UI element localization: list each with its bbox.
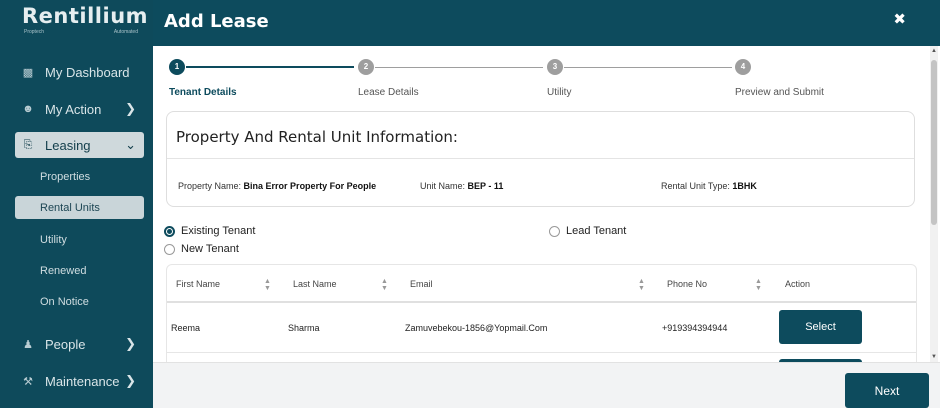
step-4-label: Preview and Submit — [735, 87, 824, 98]
cell-email: Zamuvebekou-1856@Yopmail.Com — [405, 323, 548, 333]
sidebar-item-my-action[interactable]: ☻ My Action ❯ — [15, 96, 144, 122]
sidebar-item-label: My Dashboard — [45, 64, 130, 80]
next-button[interactable]: Next — [845, 373, 929, 408]
property-info-card: Property And Rental Unit Information: Pr… — [166, 111, 915, 207]
chevron-right-icon: ❯ — [125, 373, 136, 388]
sidebar-subitem-rental-units[interactable]: Rental Units — [15, 196, 144, 219]
column-header-last-name[interactable]: Last Name — [293, 265, 337, 302]
unit-name-info: Unit Name: BEP - 11 — [420, 181, 504, 191]
sidebar-item-people[interactable]: ♟ People ❯ — [15, 331, 144, 357]
people-icon: ♟ — [23, 338, 33, 351]
sort-icon[interactable]: ▲ ▼ — [755, 278, 762, 292]
scroll-thumb[interactable] — [931, 60, 937, 225]
column-header-action: Action — [785, 278, 811, 289]
tenant-table: First Name ▲ ▼ Last Name ▲ ▼ Email ▲ ▼ Phon… — [166, 264, 917, 362]
scrollbar[interactable]: ▲ ▼ — [930, 46, 938, 362]
step-4-dot[interactable]: 4 — [735, 59, 751, 75]
step-connector — [186, 66, 354, 68]
chevron-down-icon: ⌄ — [125, 137, 136, 152]
unit-type-info: Rental Unit Type: 1BHK — [661, 181, 757, 191]
radio-checked-icon — [164, 225, 175, 237]
cell-first-name: Reema — [171, 323, 201, 333]
step-3-label: Utility — [547, 87, 572, 98]
row-divider — [167, 352, 916, 353]
app-logo[interactable]: Rentillium Proptech Automated — [22, 4, 149, 38]
sidebar-item-label: Maintenance — [45, 373, 120, 389]
sidebar-subitem-renewed[interactable]: Renewed — [15, 259, 144, 282]
unit-type-value: 1BHK — [732, 181, 757, 191]
scroll-up-icon[interactable]: ▲ — [930, 48, 938, 54]
lead-tenant-radio[interactable]: Lead Tenant — [549, 225, 626, 237]
sort-icon[interactable]: ▲ ▼ — [264, 278, 271, 292]
step-1-label: Tenant Details — [169, 87, 237, 98]
step-2-label: Lease Details — [358, 87, 419, 98]
step-2-dot[interactable]: 2 — [358, 59, 374, 75]
divider — [167, 158, 914, 159]
user-icon: ☻ — [22, 103, 34, 115]
step-3-dot[interactable]: 3 — [547, 59, 563, 75]
scroll-down-icon[interactable]: ▼ — [930, 354, 938, 360]
modal-header: Add Lease ✖ — [153, 0, 940, 46]
sort-icon[interactable]: ▲ ▼ — [381, 278, 388, 292]
close-icon[interactable]: ✖ — [893, 10, 906, 28]
step-1-dot[interactable]: 1 — [169, 59, 185, 75]
tools-icon: ⚒ — [23, 375, 33, 388]
column-header-email[interactable]: Email — [410, 265, 433, 302]
sort-icon[interactable]: ▲ ▼ — [638, 278, 645, 292]
modal-footer: Next — [153, 362, 940, 408]
grid-icon: ▩ — [22, 66, 34, 79]
property-name-info: Property Name: Bina Error Property For P… — [178, 181, 377, 191]
logo-tagline: Proptech Automated — [24, 29, 138, 35]
step-connector — [375, 67, 543, 68]
modal-body: 1 2 3 4 Tenant Details Lease Details Uti… — [153, 46, 940, 362]
card-title: Property And Rental Unit Information: — [176, 128, 458, 146]
sidebar-item-label: My Action — [45, 101, 102, 117]
new-tenant-radio[interactable]: New Tenant — [164, 243, 239, 255]
lock-icon: ⎘ — [23, 138, 33, 151]
modal-title: Add Lease — [164, 11, 269, 32]
step-connector — [564, 67, 732, 68]
sidebar: Rentillium Proptech Automated ▩ My Dashb… — [0, 0, 153, 408]
column-header-first-name[interactable]: First Name — [176, 265, 220, 302]
sidebar-item-leasing[interactable]: ⎘ Leasing ⌄ — [15, 132, 144, 158]
radio-unchecked-icon — [549, 225, 560, 237]
sidebar-item-label: Leasing — [45, 137, 91, 153]
chevron-right-icon: ❯ — [125, 101, 136, 116]
unit-name-value: BEP - 11 — [467, 181, 504, 191]
header-divider — [167, 301, 916, 303]
cell-last-name: Sharma — [288, 323, 320, 333]
property-name-value: Bina Error Property For People — [243, 181, 377, 191]
sidebar-subitem-properties[interactable]: Properties — [15, 165, 144, 188]
sidebar-item-my-dashboard[interactable]: ▩ My Dashboard — [15, 59, 144, 85]
radio-unchecked-icon — [164, 243, 175, 255]
sidebar-subitem-utility[interactable]: Utility — [15, 228, 144, 251]
cell-phone: +919394394944 — [662, 323, 728, 333]
existing-tenant-radio[interactable]: Existing Tenant — [164, 225, 255, 237]
chevron-right-icon: ❯ — [125, 336, 136, 351]
sidebar-item-maintenance[interactable]: ⚒ Maintenance ❯ — [15, 368, 144, 394]
sidebar-item-label: People — [45, 336, 86, 352]
logo-text: Rentillium — [22, 4, 149, 28]
sidebar-subitem-on-notice[interactable]: On Notice — [15, 290, 144, 313]
select-button[interactable]: Select — [779, 310, 862, 344]
column-header-phone[interactable]: Phone No — [667, 265, 707, 302]
